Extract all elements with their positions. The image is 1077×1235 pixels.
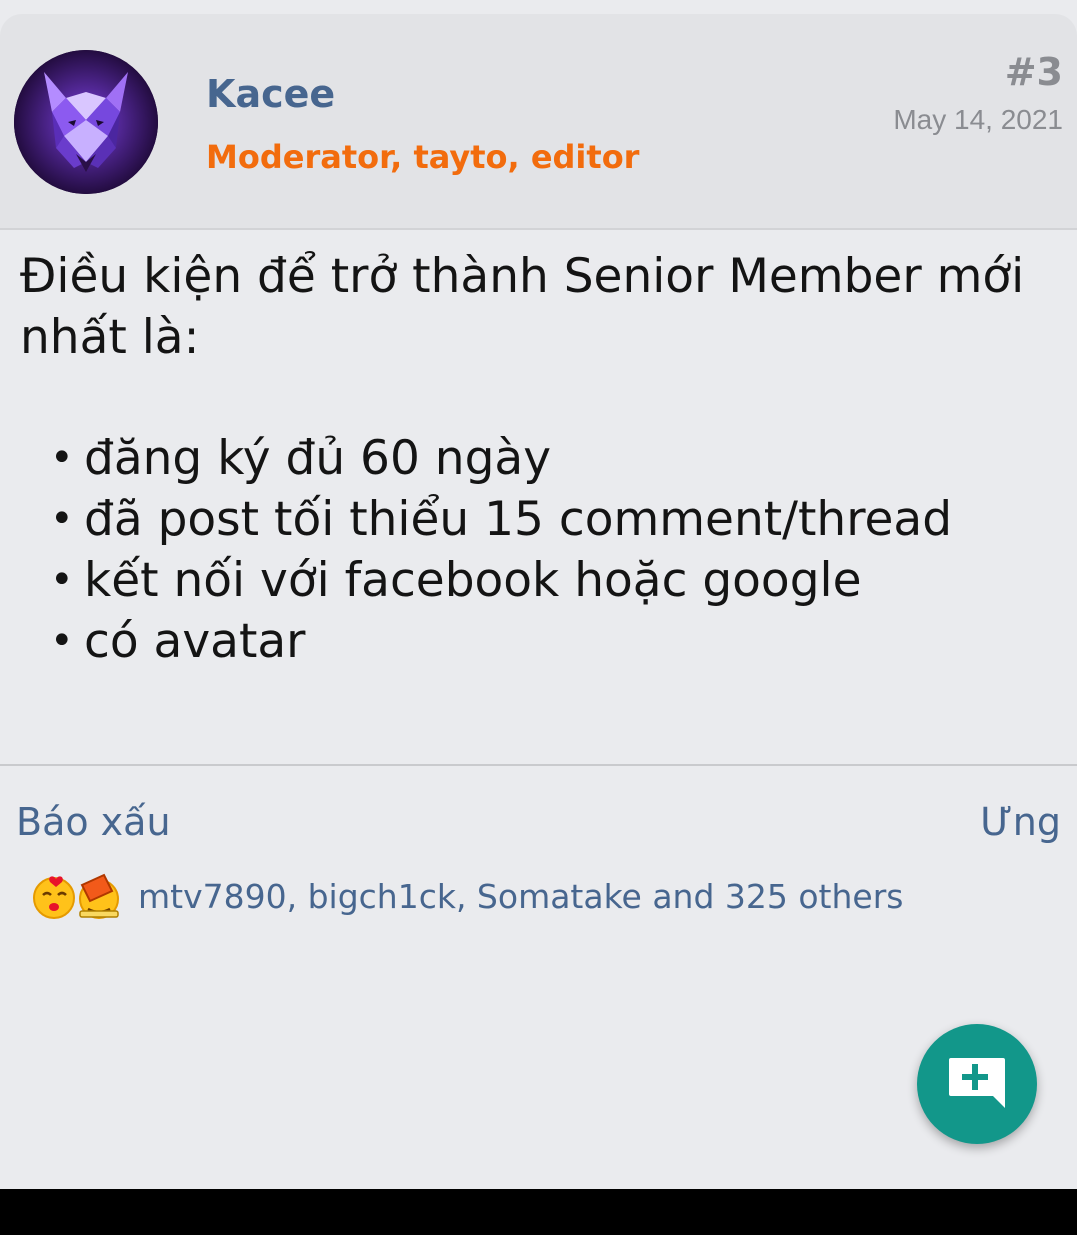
post-author-name[interactable]: Kacee [206, 72, 335, 116]
list-item: • có avatar [50, 611, 1060, 672]
bullet-icon: • [50, 435, 74, 481]
bullet-icon: • [50, 557, 74, 603]
post-date: May 14, 2021 [893, 104, 1063, 135]
list-item: • đăng ký đủ 60 ngày [50, 428, 1060, 489]
like-button[interactable]: Ưng [980, 800, 1061, 844]
post-author-title: Moderator, tayto, editor [206, 138, 640, 176]
post-footer-divider [0, 764, 1077, 766]
reactions-bar[interactable]: mtv7890, bigch1ck, Somatake and 325 othe… [30, 866, 903, 926]
post-intro-text: Điều kiện để trở thành Senior Member mới… [20, 249, 1025, 365]
list-item: • kết nối với facebook hoặc google [50, 550, 1060, 611]
user-avatar[interactable] [14, 50, 158, 194]
reaction-icons [30, 871, 124, 921]
post-body: Điều kiện để trở thành Senior Member mới… [20, 246, 1060, 672]
bucket-emoji-icon [79, 873, 119, 919]
list-item: • đã post tối thiểu 15 comment/thread [50, 489, 1060, 550]
bullet-icon: • [50, 496, 74, 542]
add-comment-icon [949, 1058, 1005, 1108]
add-reply-button[interactable] [917, 1024, 1037, 1144]
conditions-list: • đăng ký đủ 60 ngày • đã post tối thiểu 1… [20, 428, 1060, 672]
report-button[interactable]: Báo xấu [16, 800, 171, 844]
reaction-users-text[interactable]: mtv7890, bigch1ck, Somatake and 325 othe… [138, 877, 903, 916]
system-navigation-bar [0, 1189, 1077, 1235]
bullet-icon: • [50, 618, 74, 664]
kiss-emoji-icon [33, 876, 75, 919]
post-header: Kacee Moderator, tayto, editor #3 May 14… [0, 14, 1077, 230]
post-number[interactable]: #3 [1005, 50, 1063, 94]
